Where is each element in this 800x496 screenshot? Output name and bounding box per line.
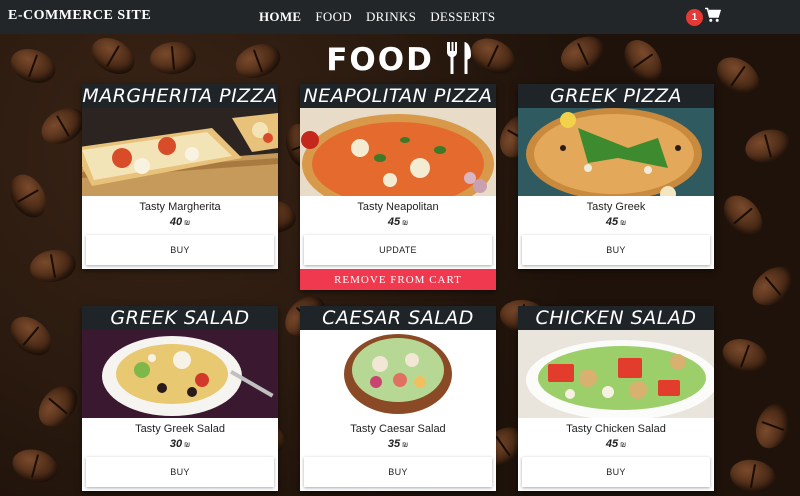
product-image: [518, 330, 714, 418]
product-description: Tasty Caesar Salad: [350, 423, 446, 435]
product-image: [82, 108, 278, 196]
product-card: CHICKEN SALAD Tasty Chicken Salad 45 ₪ BU…: [518, 306, 714, 491]
product-image: [82, 330, 278, 418]
shopping-cart-icon[interactable]: [705, 7, 722, 28]
product-card: GREEK PIZZA Tasty Greek 45 ₪ BUY: [518, 84, 714, 269]
currency-symbol: ₪: [402, 442, 409, 449]
cart-button[interactable]: 1: [686, 7, 722, 28]
product-card: CAESAR SALAD Tasty Caesar Salad 35 ₪ BUY: [300, 306, 496, 491]
currency-symbol: ₪: [184, 442, 191, 449]
product-price: 30 ₪: [82, 437, 278, 453]
product-price: 35 ₪: [300, 437, 496, 453]
fork-knife-icon: [444, 40, 474, 81]
product-card: GREEK SALAD Tasty Greek Salad 30 ₪ BUY: [82, 306, 278, 491]
product-image: [300, 108, 496, 196]
product-price: 45 ₪: [300, 215, 496, 231]
product-description: Tasty Greek: [586, 201, 646, 213]
navbar: E-COMMERCE SITE HOME FOOD DRINKS DESSERT…: [0, 0, 800, 34]
product-price: 45 ₪: [518, 437, 714, 453]
page-heading: FOOD: [0, 38, 800, 82]
cart-count-badge: 1: [686, 9, 703, 26]
product-description: Tasty Margherita: [139, 201, 221, 213]
nav-link-home[interactable]: HOME: [259, 9, 301, 25]
product-price: 40 ₪: [82, 215, 278, 231]
product-price: 45 ₪: [518, 215, 714, 231]
product-title: GREEK PIZZA: [518, 84, 714, 108]
product-description: Tasty Chicken Salad: [566, 423, 666, 435]
remove-from-cart-button[interactable]: REMOVE FROM CART: [300, 269, 496, 290]
product-card: NEAPOLITAN PIZZA Tasty Neapolitan 45 ₪ UP…: [300, 84, 496, 290]
product-title: CAESAR SALAD: [300, 306, 496, 330]
product-image: [300, 330, 496, 418]
buy-button[interactable]: BUY: [86, 457, 274, 487]
page-title: FOOD: [326, 42, 434, 78]
price-value: 40: [169, 216, 183, 228]
price-value: 45: [605, 216, 619, 228]
buy-button[interactable]: BUY: [522, 235, 710, 265]
product-title: CHICKEN SALAD: [518, 306, 714, 330]
product-title: NEAPOLITAN PIZZA: [300, 84, 496, 108]
buy-button[interactable]: BUY: [304, 457, 492, 487]
price-value: 45: [387, 216, 401, 228]
price-value: 30: [169, 438, 183, 450]
main-nav: HOME FOOD DRINKS DESSERTS: [259, 9, 495, 25]
currency-symbol: ₪: [620, 442, 627, 449]
currency-symbol: ₪: [402, 220, 409, 227]
buy-button[interactable]: BUY: [522, 457, 710, 487]
nav-link-drinks[interactable]: DRINKS: [366, 9, 416, 25]
product-description: Tasty Greek Salad: [135, 423, 225, 435]
product-description: Tasty Neapolitan: [357, 201, 439, 213]
product-card: MARGHERITA PIZZA Tasty Margherita 40 ₪ BU…: [82, 84, 278, 269]
nav-link-desserts[interactable]: DESSERTS: [430, 9, 495, 25]
product-title: GREEK SALAD: [82, 306, 278, 330]
nav-link-food[interactable]: FOOD: [315, 9, 352, 25]
update-button[interactable]: UPDATE: [304, 235, 492, 265]
buy-button[interactable]: BUY: [86, 235, 274, 265]
currency-symbol: ₪: [184, 220, 191, 227]
price-value: 45: [605, 438, 619, 450]
product-image: [518, 108, 714, 196]
currency-symbol: ₪: [620, 220, 627, 227]
price-value: 35: [387, 438, 401, 450]
product-title: MARGHERITA PIZZA: [82, 84, 278, 108]
site-brand[interactable]: E-COMMERCE SITE: [8, 8, 151, 24]
